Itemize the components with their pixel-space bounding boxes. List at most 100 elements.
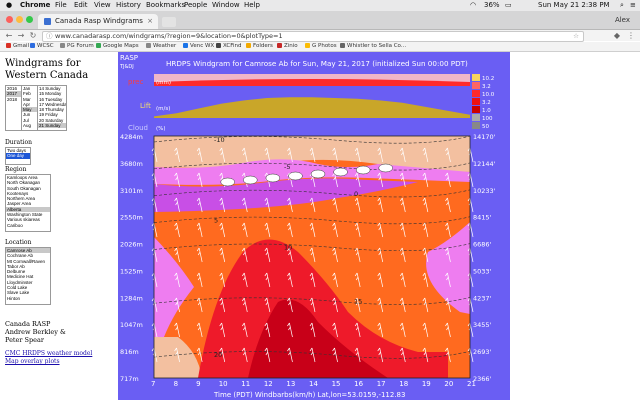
- windgram-chart: RASP TJ&DJ HRDPS Windgram for Camrose Ab f…: [118, 52, 510, 400]
- altitude-tick-m: 3101m: [120, 187, 143, 195]
- scale-label: 10.2: [482, 76, 494, 82]
- notification-center-icon[interactable]: ≡: [630, 0, 636, 11]
- apple-menu-icon[interactable]: ●: [6, 0, 12, 11]
- map-overlay-link[interactable]: Map overlay plots: [5, 358, 60, 365]
- menu-view[interactable]: View: [94, 0, 111, 11]
- cloud-cap-icon: [243, 175, 258, 185]
- menu-edit[interactable]: Edit: [74, 0, 88, 11]
- minimize-window-button[interactable]: [16, 16, 23, 23]
- bookmark-item[interactable]: Whistler to Sella Co...: [340, 42, 406, 51]
- chrome-menu-icon[interactable]: ⋮: [626, 30, 636, 41]
- region-option[interactable]: Cariboo: [6, 223, 50, 228]
- windgram-sidebar: Windgrams for Western Canada 2016 2017 201…: [0, 52, 118, 400]
- bookmark-label: Whistler to Sella Co...: [347, 43, 407, 49]
- menu-window[interactable]: Window: [212, 0, 240, 11]
- bookmark-item[interactable]: PG Forum: [60, 42, 94, 51]
- region-label: Region: [5, 166, 27, 173]
- bookmark-favicon-icon: [216, 43, 221, 48]
- page-info-icon[interactable]: ⓘ: [46, 32, 53, 41]
- bookmark-favicon-icon: [30, 43, 35, 48]
- scale-swatch: [472, 82, 480, 89]
- bookmark-item[interactable]: G Photos: [305, 42, 337, 51]
- altitude-tick-ft: 6686': [473, 241, 492, 249]
- time-tick: 11: [241, 380, 250, 388]
- reload-icon[interactable]: ↻: [28, 30, 38, 41]
- title-line-2: Western Canada: [5, 70, 89, 81]
- altitude-tick-m: 2026m: [120, 241, 143, 249]
- bookmark-item[interactable]: Google Maps: [96, 42, 139, 51]
- day-select[interactable]: 14 Sunday 15 Monday 16 Tuesday 17 Wednesday…: [37, 85, 67, 131]
- bookmark-item[interactable]: WCSC: [30, 42, 54, 51]
- profile-button[interactable]: Alex: [615, 11, 630, 29]
- altitude-tick-ft: 5033': [473, 267, 492, 275]
- bookmark-item[interactable]: Folders: [246, 42, 273, 51]
- bookmark-item[interactable]: Weather: [146, 42, 176, 51]
- zoom-window-button[interactable]: [26, 16, 33, 23]
- back-arrow-icon[interactable]: ←: [4, 30, 14, 41]
- bookmark-favicon-icon: [246, 43, 251, 48]
- menu-bookmarks[interactable]: Bookmarks: [146, 0, 185, 11]
- scale-label: 1.0: [482, 108, 491, 114]
- close-window-button[interactable]: [6, 16, 13, 23]
- menu-help[interactable]: Help: [244, 0, 260, 11]
- bookmark-label: Weather: [153, 43, 177, 49]
- bookmark-favicon-icon: [183, 43, 188, 48]
- battery-level[interactable]: 36%: [484, 0, 500, 11]
- clock[interactable]: Sun May 21 2:38 PM: [538, 0, 610, 11]
- time-tick: 20: [444, 380, 453, 388]
- url-text[interactable]: www.canadarasp.com/windgrams/?region=9&l…: [55, 32, 283, 41]
- battery-icon: ▭: [505, 1, 512, 9]
- bookmark-favicon-icon: [60, 43, 65, 48]
- duration-option[interactable]: One day: [6, 153, 30, 159]
- bookmark-favicon-icon: [96, 43, 101, 48]
- windgram-svg: RASP TJ&DJ HRDPS Windgram for Camrose Ab f…: [118, 52, 510, 400]
- bookmark-item[interactable]: Zinio: [277, 42, 298, 51]
- tab-canada-rasp[interactable]: Canada Rasp Windgrams ×: [38, 14, 158, 29]
- scale-label: 3.2: [482, 84, 491, 90]
- region-select[interactable]: Kamloops Area North Okanagan South Okanaga…: [5, 174, 51, 232]
- bookmark-item[interactable]: XCFind: [216, 42, 241, 51]
- close-tab-icon[interactable]: ×: [147, 14, 153, 29]
- cmc-hrdps-link[interactable]: CMC HRDPS weather model: [5, 350, 92, 357]
- location-select[interactable]: Camrose Ab Cochrane Ab Mt Cornwall/Raven Ta…: [5, 247, 51, 305]
- bookmark-item[interactable]: Gmail: [6, 42, 29, 51]
- chart-title: HRDPS Windgram for Camrose Ab for Sun, M…: [166, 59, 468, 68]
- year-select[interactable]: 2016 2017 2018: [5, 85, 22, 131]
- bookmark-favicon-icon: [146, 43, 151, 48]
- bookmark-label: Google Maps: [103, 43, 139, 49]
- bookmarks-bar: Gmail WCSC PG Forum Google Maps Weather Venc …: [0, 42, 640, 52]
- precip-label: prec: [128, 78, 143, 86]
- year-option[interactable]: 2018: [6, 97, 21, 102]
- day-option[interactable]: 21 Sunday: [38, 123, 66, 129]
- address-bar[interactable]: ⓘ www.canadarasp.com/windgrams/?region=9…: [42, 31, 584, 42]
- altitude-tick-m: 816m: [120, 348, 139, 356]
- cloud-cap-icon: [378, 163, 393, 173]
- altitude-tick-m: 4284m: [120, 133, 143, 141]
- scale-label: 10.0: [482, 92, 495, 98]
- extension-icon[interactable]: ◆: [612, 30, 622, 41]
- page-title: Windgrams for Western Canada: [5, 58, 115, 82]
- bookmark-item[interactable]: Venc WX: [183, 42, 214, 51]
- scale-label: 50: [482, 124, 489, 130]
- bookmark-favicon-icon: [305, 43, 310, 48]
- menu-history[interactable]: History: [116, 0, 141, 11]
- app-menu[interactable]: Chrome: [20, 0, 50, 11]
- month-option[interactable]: Aug: [22, 123, 37, 128]
- duration-select[interactable]: Two days One day: [5, 147, 31, 165]
- bookmark-favicon-icon: [277, 43, 282, 48]
- wifi-icon[interactable]: ◠: [470, 0, 476, 11]
- bookmark-star-icon[interactable]: ☆: [573, 32, 579, 41]
- location-option[interactable]: Hinton: [6, 296, 50, 301]
- lift-label: Lift: [140, 102, 151, 110]
- menu-people[interactable]: People: [184, 0, 207, 11]
- cloud-cap-icon: [310, 169, 326, 179]
- favicon-icon: [44, 18, 51, 25]
- spotlight-icon[interactable]: ⌕: [620, 0, 624, 11]
- new-tab-button[interactable]: [162, 17, 176, 27]
- month-select[interactable]: Jan Feb Mar Apr May Jun Jul Aug: [21, 85, 38, 131]
- system-menubar: ● Chrome File Edit View History Bookmark…: [0, 0, 640, 11]
- time-tick: 17: [377, 380, 386, 388]
- cloud-cap-icon: [220, 177, 235, 187]
- menu-file[interactable]: File: [55, 0, 67, 11]
- forward-arrow-icon[interactable]: →: [16, 30, 26, 41]
